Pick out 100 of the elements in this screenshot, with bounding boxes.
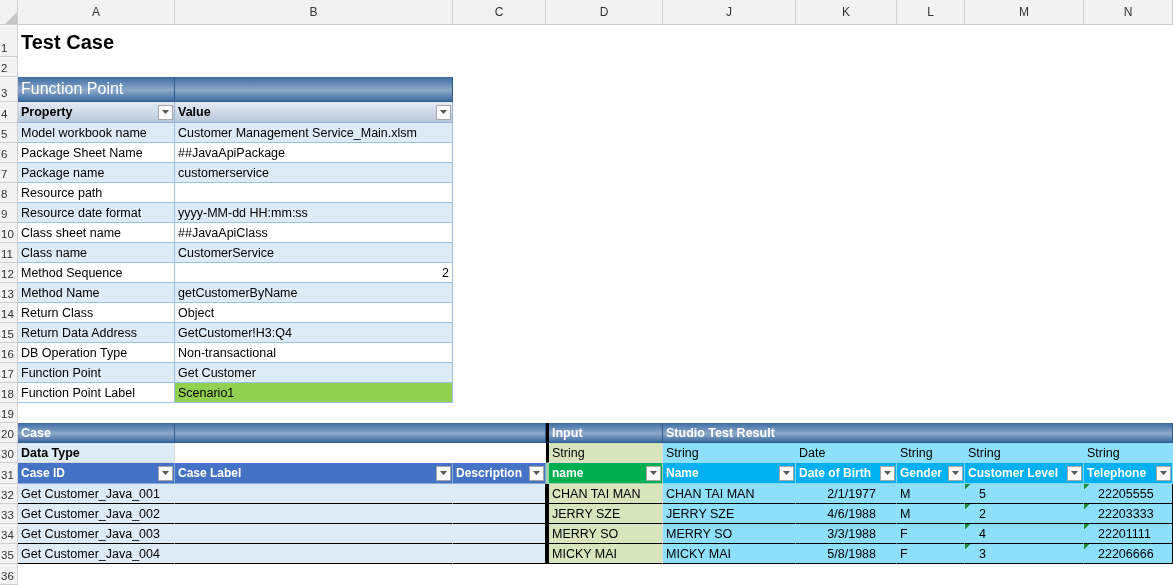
column-letter[interactable]: A — [18, 0, 175, 25]
caret-icon — [533, 471, 540, 475]
table-cell: 2/1/1977 — [796, 484, 897, 504]
column-letter[interactable]: B — [175, 0, 453, 25]
table-cell: 22201111 — [1084, 524, 1173, 544]
table-cell: MERRY SO — [663, 524, 796, 544]
row-number: 15 — [0, 323, 18, 343]
data-type-cell: String — [965, 443, 1084, 463]
section-header: Studio Test Result — [663, 423, 1173, 443]
row-number: 34 — [0, 524, 18, 544]
table-cell: CHAN TAI MAN — [546, 484, 663, 504]
data-type-cell: String — [897, 443, 965, 463]
table-cell: CHAN TAI MAN — [663, 484, 796, 504]
column-header: Date of Birth — [799, 466, 871, 480]
table-cell: 3/3/1988 — [796, 524, 897, 544]
table-cell: MICKY MAI — [663, 544, 796, 564]
table-cell: 22205555 — [1084, 484, 1173, 504]
row-number: 8 — [0, 183, 18, 203]
column-letter[interactable]: C — [453, 0, 546, 25]
row-number: 7 — [0, 163, 18, 183]
table-cell: JERRY SZE — [546, 504, 663, 524]
column-header: Property — [21, 105, 73, 119]
row-number: 4 — [0, 102, 18, 123]
column-header: Description — [456, 466, 522, 480]
row-number: 13 — [0, 283, 18, 303]
data-type-cell: String — [1084, 443, 1173, 463]
caret-icon — [440, 471, 447, 475]
column-letter[interactable]: D — [546, 0, 663, 25]
table-cell: 22203333 — [1084, 504, 1173, 524]
caret-icon — [783, 471, 790, 475]
column-header: Value — [178, 105, 211, 119]
table-cell: Return Data Address — [18, 323, 175, 343]
table-cell: Class name — [18, 243, 175, 263]
caret-icon — [952, 471, 959, 475]
table-cell: Get Customer_Java_003 — [18, 524, 175, 544]
table-cell: GetCustomer!H3:Q4 — [175, 323, 453, 343]
table-cell: Function Point — [18, 363, 175, 383]
section-header: Function Point — [18, 77, 175, 102]
filter-dropdown-button[interactable] — [1067, 465, 1082, 481]
table-cell: Customer Management Service_Main.xlsm — [175, 123, 453, 143]
filter-dropdown-button[interactable] — [1156, 465, 1171, 481]
row-number: 2 — [0, 57, 18, 77]
table-cell: JERRY SZE — [663, 504, 796, 524]
column-header: Case Label — [178, 466, 242, 480]
filter-dropdown-button[interactable] — [948, 465, 963, 481]
row-number: 10 — [0, 223, 18, 243]
caret-icon — [1160, 471, 1167, 475]
column-header: Name — [666, 466, 699, 480]
table-cell: CustomerService — [175, 243, 453, 263]
table-cell: getCustomerByName — [175, 283, 453, 303]
table-cell: Method Name — [18, 283, 175, 303]
filter-dropdown-button[interactable] — [529, 465, 544, 481]
row-number: 35 — [0, 544, 18, 564]
table-cell: Resource date format — [18, 203, 175, 223]
column-letter[interactable]: N — [1084, 0, 1173, 25]
filter-dropdown-button[interactable] — [158, 465, 173, 481]
filter-dropdown-button[interactable] — [646, 465, 661, 481]
table-cell: F — [897, 524, 965, 544]
row-number: 14 — [0, 303, 18, 323]
table-cell: 4 — [965, 524, 1084, 544]
caret-icon — [650, 471, 657, 475]
table-cell: 2 — [965, 504, 1084, 524]
table-cell: 5/8/1988 — [796, 544, 897, 564]
table-cell: 5 — [965, 484, 1084, 504]
table-cell: F — [897, 544, 965, 564]
row-number: 5 — [0, 123, 18, 143]
row-number: 36 — [0, 564, 18, 585]
filter-dropdown-button[interactable] — [880, 465, 895, 481]
column-letter[interactable]: L — [897, 0, 965, 25]
table-cell: Get Customer_Java_004 — [18, 544, 175, 564]
filter-dropdown-button[interactable] — [436, 104, 451, 120]
section-header: Case — [18, 423, 175, 443]
table-cell: 3 — [965, 544, 1084, 564]
row-number: 20 — [0, 423, 18, 443]
row-number: 30 — [0, 443, 18, 463]
column-letter[interactable]: K — [796, 0, 897, 25]
row-number: 9 — [0, 203, 18, 223]
filter-dropdown-button[interactable] — [779, 465, 794, 481]
section-header: Input — [546, 423, 663, 443]
data-type-cell: Date — [796, 443, 897, 463]
filter-dropdown-button[interactable] — [158, 104, 173, 120]
row-number: 11 — [0, 243, 18, 263]
column-letter[interactable]: J — [663, 0, 796, 25]
row-number: 18 — [0, 383, 18, 403]
column-letter[interactable]: M — [965, 0, 1084, 25]
table-cell: 22206666 — [1084, 544, 1173, 564]
caret-icon — [884, 471, 891, 475]
column-header: Customer Level — [968, 466, 1059, 480]
column-header: name — [552, 466, 584, 480]
table-cell: yyyy-MM-dd HH:mm:ss — [175, 203, 453, 223]
row-number: 17 — [0, 363, 18, 383]
row-number: 19 — [0, 403, 18, 423]
row-number: 1 — [0, 25, 18, 57]
table-cell: Get Customer — [175, 363, 453, 383]
sheet-title: Test Case — [20, 30, 115, 55]
caret-icon — [162, 110, 169, 114]
table-cell: Model workbook name — [18, 123, 175, 143]
filter-dropdown-button[interactable] — [436, 465, 451, 481]
row-number: 6 — [0, 143, 18, 163]
row-number: 12 — [0, 263, 18, 283]
